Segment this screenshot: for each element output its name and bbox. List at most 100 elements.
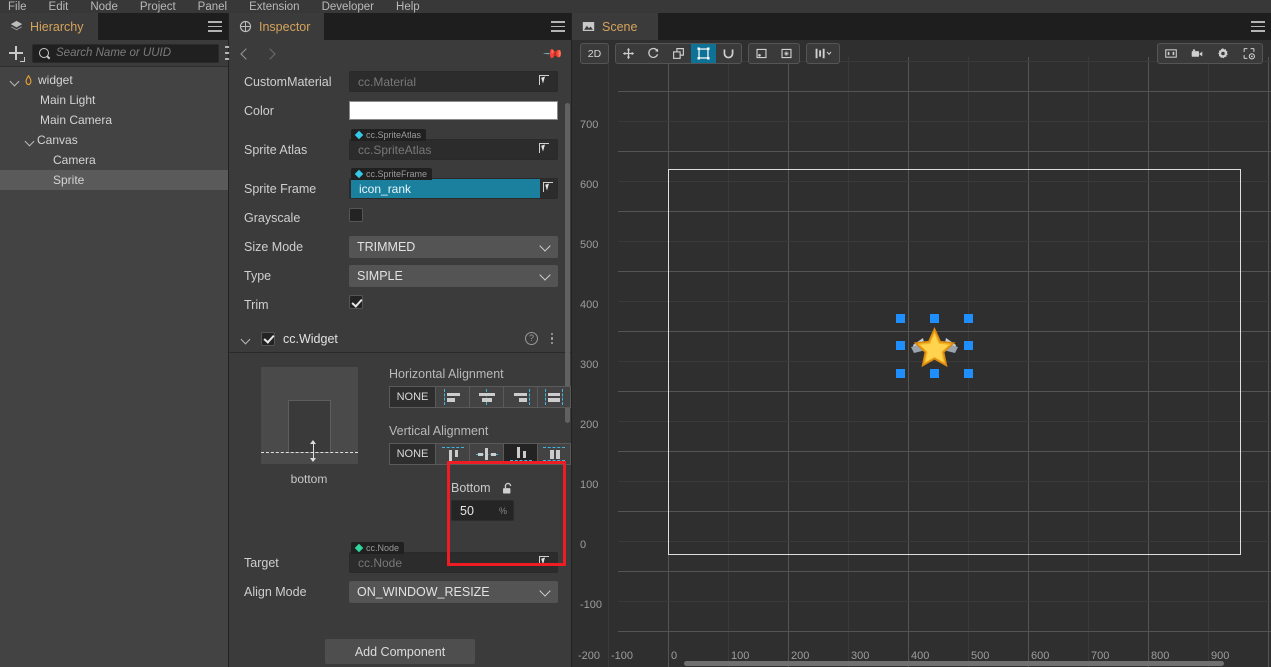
menu-item-panel[interactable]: Panel (198, 1, 227, 13)
widget-enabled-checkbox[interactable] (261, 331, 275, 346)
toggle-2d-3d-button[interactable]: 2D (581, 44, 608, 63)
search-input[interactable] (56, 47, 212, 59)
property-target: Target cc.Node cc.Node (229, 542, 571, 577)
node-picker-icon[interactable] (536, 140, 553, 159)
resize-handle-tl[interactable] (896, 314, 905, 323)
sprite-atlas-field[interactable]: cc.SpriteAtlas (349, 139, 558, 160)
custom-material-field[interactable]: cc.Material (349, 71, 558, 92)
chevron-down-icon[interactable] (23, 133, 37, 147)
align-center-h-icon[interactable] (469, 386, 503, 408)
asset-diamond-icon (354, 169, 364, 179)
custom-material-value: cc.Material (358, 74, 417, 89)
rotate-tool-icon[interactable] (641, 44, 666, 63)
scene-panel: Scene 2D ◉ 700 600 500 400 300 200 100 0… (572, 13, 1271, 667)
y-axis-tick-100: 100 (580, 479, 599, 491)
toggle-2d-3d-label: 2D (587, 47, 602, 60)
inspector-scrollbar[interactable] (565, 103, 570, 423)
resize-handle-br[interactable] (964, 369, 973, 378)
align-middle-v-icon[interactable] (469, 443, 503, 465)
move-tool-icon[interactable] (616, 44, 641, 63)
magnet-tool-icon[interactable] (716, 44, 741, 63)
color-swatch[interactable] (349, 101, 558, 120)
target-field[interactable]: cc.Node (349, 552, 558, 573)
node-picker-icon[interactable] (536, 553, 553, 572)
tab-scene[interactable]: Scene (572, 13, 658, 40)
pivot-icon[interactable] (749, 44, 774, 63)
menu-item-node[interactable]: Node (90, 1, 118, 13)
vertical-align-none-button[interactable]: NONE (389, 443, 435, 465)
align-distribute-icon[interactable] (807, 44, 839, 63)
node-picker-icon[interactable] (536, 72, 553, 91)
tree-node-camera[interactable]: Camera (0, 150, 228, 170)
type-select[interactable]: SIMPLE (349, 264, 558, 287)
pin-icon[interactable]: 📌 (542, 42, 564, 65)
scale-tool-icon[interactable] (666, 44, 691, 63)
coordinate-icon[interactable]: ◉ (774, 44, 799, 63)
camera-icon[interactable] (1184, 44, 1210, 63)
align-top-icon[interactable] (435, 443, 469, 465)
horizontal-align-none-button[interactable]: NONE (389, 386, 435, 408)
align-stretch-h-icon[interactable] (537, 386, 571, 408)
search-input-wrapper[interactable] (32, 43, 219, 63)
align-stretch-v-icon[interactable] (537, 443, 571, 465)
unlock-icon[interactable] (502, 482, 514, 495)
help-circle-icon[interactable]: ? (525, 332, 538, 345)
scene-viewport[interactable]: 700 600 500 400 300 200 100 0 -100 -200 … (572, 57, 1271, 667)
inspector-menu-icon[interactable] (545, 13, 571, 40)
resize-handle-bl[interactable] (896, 369, 905, 378)
grayscale-label: Grayscale (244, 210, 301, 225)
resize-handle-bc[interactable] (930, 369, 939, 378)
node-diamond-icon (354, 543, 364, 553)
vertical-alignment-title: Vertical Alignment (389, 424, 489, 438)
chevron-left-icon[interactable] (239, 48, 251, 60)
tree-node-main-light[interactable]: Main Light (0, 90, 228, 110)
kebab-menu-icon[interactable] (546, 332, 558, 345)
chevron-right-icon[interactable] (265, 48, 277, 60)
selected-sprite-gizmo[interactable] (896, 314, 973, 378)
node-picker-icon[interactable] (540, 179, 557, 198)
settings-gear-icon[interactable] (1210, 44, 1236, 63)
hierarchy-menu-icon[interactable] (202, 13, 228, 40)
bottom-unit-toggle[interactable]: % (499, 506, 507, 516)
size-mode-select[interactable]: TRIMMED (349, 235, 558, 258)
grayscale-checkbox[interactable] (349, 208, 363, 222)
chevron-down-icon[interactable] (8, 73, 22, 87)
tree-node-sprite-label: Sprite (53, 173, 85, 187)
trim-checkbox[interactable] (349, 295, 363, 309)
resize-handle-ml[interactable] (896, 341, 905, 350)
tab-inspector[interactable]: Inspector (229, 13, 325, 40)
menu-item-edit[interactable]: Edit (49, 1, 69, 13)
tree-node-canvas[interactable]: Canvas (0, 130, 228, 150)
tree-node-widget[interactable]: widget (0, 70, 228, 90)
add-node-icon[interactable] (6, 43, 26, 63)
target-type-text: cc.Node (366, 543, 400, 553)
menu-item-file[interactable]: File (8, 1, 27, 13)
y-axis-tick-500: 500 (580, 239, 599, 251)
resize-handle-mr[interactable] (964, 341, 973, 350)
scene-effects-icon[interactable] (1236, 44, 1262, 63)
menu-item-extension[interactable]: Extension (249, 1, 300, 13)
gizmo-size-icon[interactable] (1158, 44, 1184, 63)
tab-hierarchy[interactable]: Hierarchy (0, 13, 98, 40)
align-mode-select[interactable]: ON_WINDOW_RESIZE (349, 580, 558, 603)
menu-item-developer[interactable]: Developer (322, 1, 374, 13)
resize-handle-tr[interactable] (964, 314, 973, 323)
scene-horizontal-scrollbar[interactable] (684, 661, 1224, 666)
rect-tool-icon[interactable] (691, 44, 716, 63)
bottom-value-input[interactable]: 50 % (451, 500, 514, 521)
add-component-button[interactable]: Add Component (325, 639, 475, 664)
sprite-frame-field[interactable]: icon_rank (349, 178, 558, 199)
tree-node-main-camera[interactable]: Main Camera (0, 110, 228, 130)
property-custom-material: CustomMaterial cc.Material (229, 67, 571, 96)
menu-item-project[interactable]: Project (140, 1, 176, 13)
property-trim: Trim (229, 290, 571, 319)
search-icon (39, 47, 50, 59)
align-left-icon[interactable] (435, 386, 469, 408)
resize-handle-tc[interactable] (930, 314, 939, 323)
chevron-down-icon[interactable] (239, 332, 253, 346)
menu-item-help[interactable]: Help (396, 1, 420, 13)
tree-node-sprite[interactable]: Sprite (0, 170, 228, 190)
scene-menu-icon[interactable] (1245, 13, 1271, 40)
align-right-icon[interactable] (503, 386, 537, 408)
align-bottom-icon[interactable] (503, 443, 537, 465)
